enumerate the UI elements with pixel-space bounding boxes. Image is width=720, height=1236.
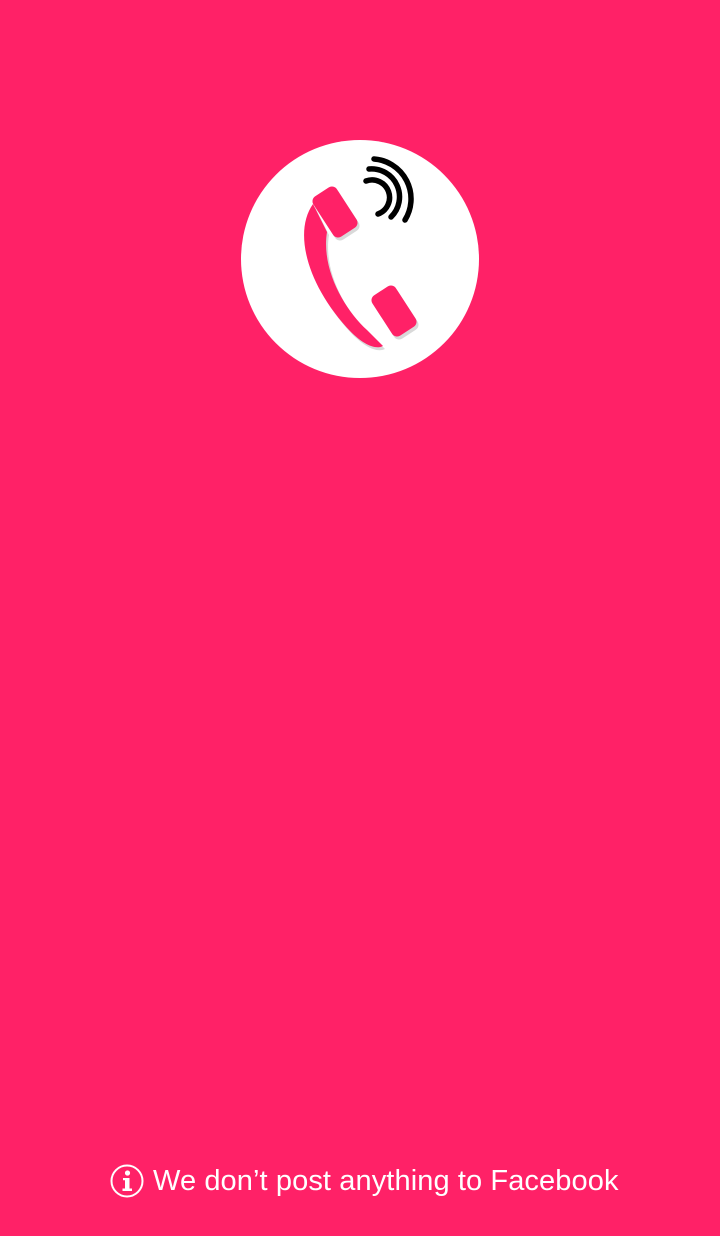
info-icon	[110, 1164, 144, 1198]
privacy-notice-text: We don’t post anything to Facebook	[153, 1165, 619, 1197]
splash-screen: We don’t post anything to Facebook	[0, 0, 720, 1236]
phone-ringing-icon	[304, 156, 419, 351]
app-logo	[241, 140, 479, 378]
privacy-notice: We don’t post anything to Facebook	[110, 1163, 619, 1199]
